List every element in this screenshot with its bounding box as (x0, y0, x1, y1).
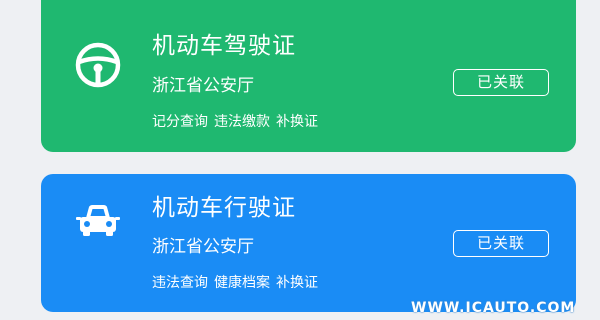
driving-license-card[interactable]: 机动车驾驶证 浙江省公安厅 已关联 记分查询 违法缴款 补换证 (41, 0, 576, 152)
service-link-health-record[interactable]: 健康档案 (214, 275, 270, 291)
card-issuer: 浙江省公安厅 (152, 76, 254, 96)
service-link-points-query[interactable]: 记分查询 (152, 114, 208, 130)
linked-status-button[interactable]: 已关联 (453, 69, 549, 96)
watermark-text: WWW.ICAUTO.COM (411, 300, 576, 316)
service-link-violation-payment[interactable]: 违法缴款 (214, 114, 270, 130)
card-issuer: 浙江省公安厅 (152, 237, 254, 257)
service-link-replacement[interactable]: 补换证 (276, 114, 318, 130)
card-title: 机动车驾驶证 (152, 33, 296, 59)
service-links: 记分查询 违法缴款 补换证 (152, 113, 324, 131)
car-icon (73, 196, 123, 246)
service-links: 违法查询 健康档案 补换证 (152, 274, 324, 292)
steering-wheel-icon (73, 40, 123, 90)
service-link-replacement[interactable]: 补换证 (276, 275, 318, 291)
linked-status-button[interactable]: 已关联 (453, 230, 549, 257)
service-link-violation-query[interactable]: 违法查询 (152, 275, 208, 291)
vehicle-registration-card[interactable]: 机动车行驶证 浙江省公安厅 已关联 违法查询 健康档案 补换证 (41, 174, 576, 312)
card-title: 机动车行驶证 (152, 195, 296, 221)
